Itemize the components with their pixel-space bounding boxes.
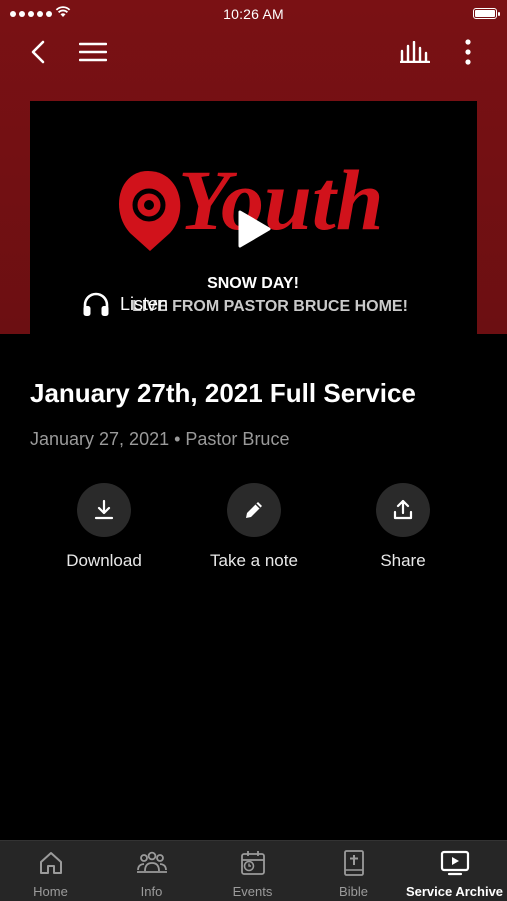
download-icon [94, 499, 114, 520]
calendar-icon [240, 851, 265, 875]
take-note-label: Take a note [210, 551, 298, 570]
share-button[interactable]: Share [338, 483, 468, 571]
status-time: 10:26 AM [223, 6, 284, 22]
tab-bible-label: Bible [339, 884, 368, 899]
hamburger-icon [79, 42, 107, 62]
pencil-icon [246, 502, 262, 518]
logo-text: Youth [178, 152, 384, 248]
artwork-subline: LIVE FROM PASTOR BRUCE HOME! [132, 298, 408, 315]
tab-bible[interactable]: Bible [303, 841, 404, 901]
more-vertical-icon [465, 39, 471, 65]
play-icon[interactable] [236, 210, 272, 248]
sermon-meta: January 27, 2021 • Pastor Bruce [30, 429, 290, 449]
listen-button[interactable]: Listen [82, 291, 168, 317]
tab-service-archive[interactable]: Service Archive [404, 841, 505, 901]
tab-events-label: Events [232, 884, 273, 899]
back-button[interactable] [20, 34, 56, 70]
battery-icon [473, 8, 500, 19]
tab-home-label: Home [33, 884, 68, 899]
tab-service-archive-label: Service Archive [405, 884, 504, 899]
take-note-circle [227, 483, 281, 537]
take-note-button[interactable]: Take a note [189, 483, 319, 571]
bible-icon [343, 850, 364, 876]
people-icon [136, 851, 167, 873]
tab-home[interactable]: Home [0, 841, 101, 901]
share-icon [393, 499, 413, 520]
tab-info[interactable]: Info [101, 841, 202, 901]
share-label: Share [380, 551, 426, 570]
tab-bar: Home Info Events Bible Service Archive [0, 840, 507, 901]
chevron-left-icon [31, 40, 45, 64]
equalizer-icon [400, 41, 430, 63]
artwork-headline: SNOW DAY! [207, 275, 299, 292]
download-button[interactable]: Download [39, 483, 169, 571]
status-bar: 10:26 AM [0, 0, 507, 28]
tab-info-label: Info [140, 884, 163, 899]
headphones-icon [83, 292, 109, 316]
listen-label: Listen [120, 293, 169, 314]
more-options-button[interactable] [450, 34, 486, 70]
share-circle [376, 483, 430, 537]
download-label: Download [66, 551, 142, 570]
home-icon [39, 852, 62, 874]
audio-bars-button[interactable] [397, 34, 433, 70]
download-circle [77, 483, 131, 537]
tv-play-icon [440, 850, 469, 876]
tab-events[interactable]: Events [202, 841, 303, 901]
sermon-title: January 27th, 2021 Full Service [30, 378, 416, 408]
menu-button[interactable] [75, 34, 111, 70]
